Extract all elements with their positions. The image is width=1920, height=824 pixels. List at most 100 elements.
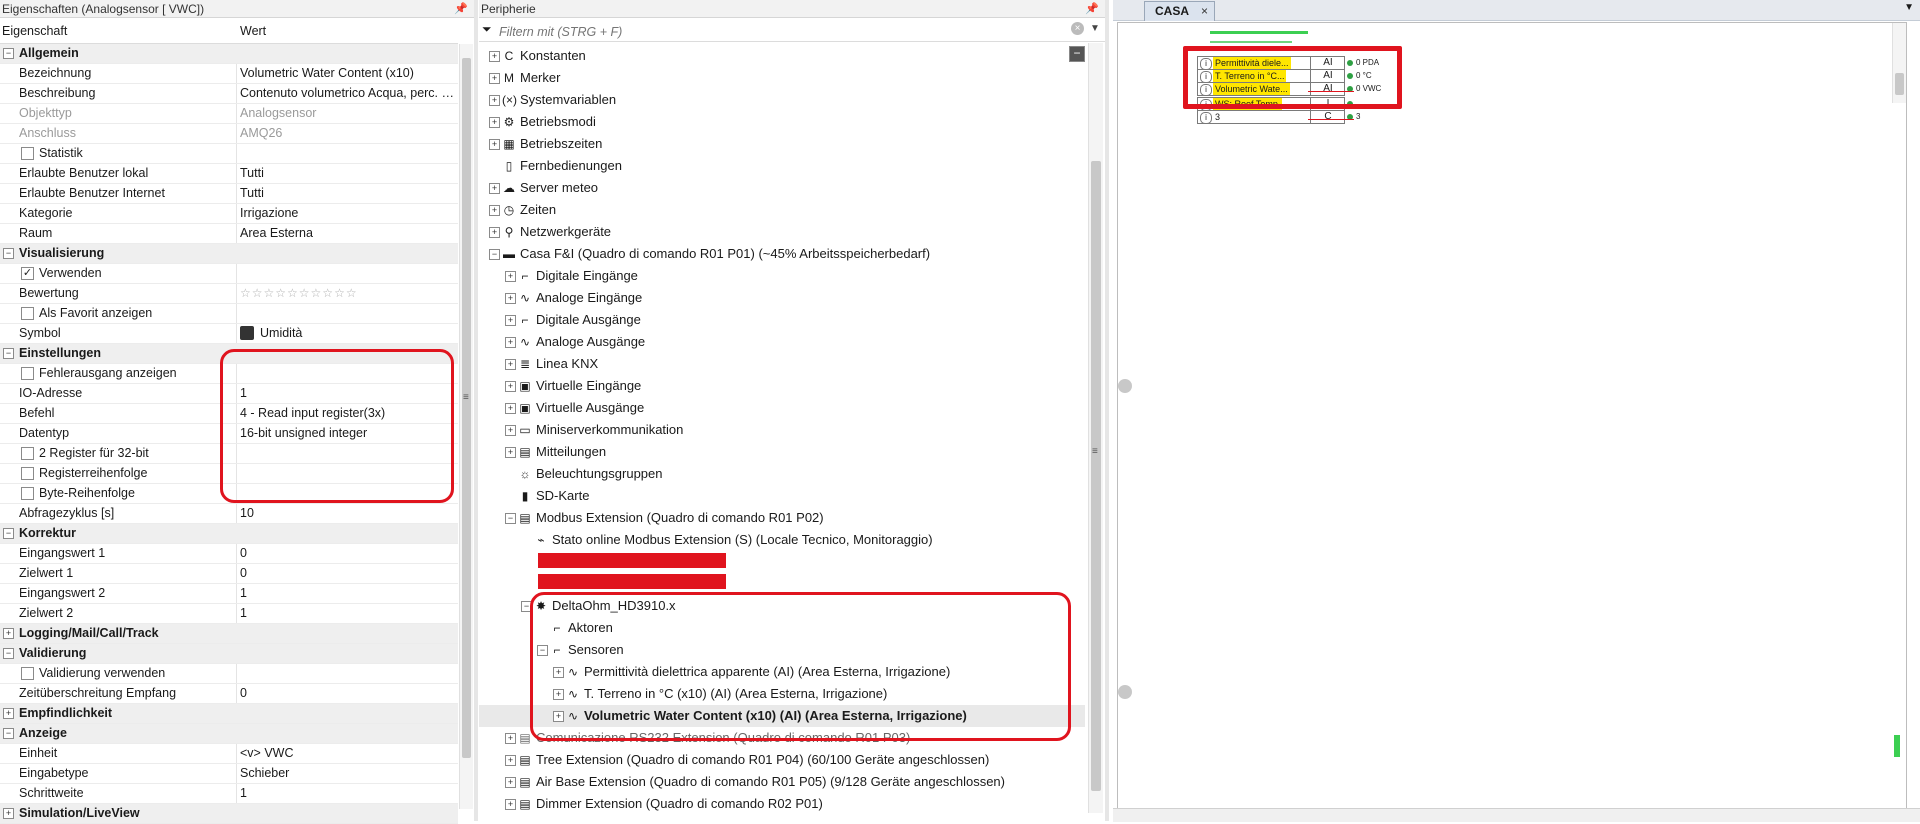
property-row[interactable]: Byte-Reihenfolge bbox=[0, 484, 458, 504]
splitter-right[interactable] bbox=[1105, 0, 1109, 821]
property-row[interactable]: Anschluss AMQ26 bbox=[0, 124, 458, 144]
chevron-down-icon[interactable]: ▼ bbox=[1904, 2, 1914, 13]
property-category[interactable]: − Einstellungen bbox=[0, 344, 458, 364]
property-checkbox[interactable] bbox=[21, 467, 34, 480]
property-checkbox[interactable] bbox=[21, 487, 34, 500]
expand-toggle-icon[interactable]: + bbox=[553, 711, 564, 722]
tree-item[interactable]: ▯ Fernbedienungen bbox=[479, 155, 1085, 177]
property-checkbox[interactable] bbox=[21, 307, 34, 320]
column-value-header[interactable]: Wert bbox=[240, 20, 266, 43]
tree-item[interactable]: + ≣ Linea KNX bbox=[479, 353, 1085, 375]
property-value[interactable]: 10 bbox=[240, 504, 455, 523]
property-category[interactable]: + Empfindlichkeit bbox=[0, 704, 458, 724]
tree-item[interactable]: + ⌐ Digitale Ausgänge bbox=[479, 309, 1085, 331]
expand-toggle-icon[interactable]: − bbox=[521, 601, 532, 612]
expand-toggle-icon[interactable]: + bbox=[489, 205, 500, 216]
property-row[interactable]: Einheit <v> VWC bbox=[0, 744, 458, 764]
tree-item[interactable]: + ∿ T. Terreno in °C (x10) (AI) (Area Este… bbox=[479, 683, 1085, 705]
tree-item[interactable]: + ▭ Miniserverkommunikation bbox=[479, 419, 1085, 441]
property-category[interactable]: + Simulation/LiveView bbox=[0, 804, 458, 824]
tree-item[interactable]: + ⚙ Betriebsmodi bbox=[479, 111, 1085, 133]
expand-toggle-icon[interactable]: + bbox=[553, 667, 564, 678]
property-row[interactable]: Abfragezyklus [s] 10 bbox=[0, 504, 458, 524]
tree-item[interactable]: + ∿ Analoge Eingänge bbox=[479, 287, 1085, 309]
property-row[interactable]: Eingangswert 1 0 bbox=[0, 544, 458, 564]
tree-item[interactable]: + ▣ Virtuelle Ausgänge bbox=[479, 397, 1085, 419]
expand-toggle-icon[interactable]: + bbox=[3, 708, 14, 719]
pin-icon[interactable]: 📌 bbox=[454, 0, 468, 17]
tree-item[interactable]: + ▦ Betriebszeiten bbox=[479, 133, 1085, 155]
expand-toggle-icon[interactable]: + bbox=[489, 95, 500, 106]
property-row[interactable]: Erlaubte Benutzer lokal Tutti bbox=[0, 164, 458, 184]
tree-item[interactable]: + ◷ Zeiten bbox=[479, 199, 1085, 221]
filter-input[interactable] bbox=[497, 22, 1061, 41]
property-row[interactable]: Zielwert 1 0 bbox=[0, 564, 458, 584]
expand-toggle-icon[interactable]: + bbox=[505, 403, 516, 414]
property-value[interactable]: Irrigazione bbox=[240, 204, 455, 223]
expand-toggle-icon[interactable]: + bbox=[505, 337, 516, 348]
expand-toggle-icon[interactable]: − bbox=[505, 513, 516, 524]
property-row[interactable]: ✓ Verwenden bbox=[0, 264, 458, 284]
property-row[interactable]: Registerreihenfolge bbox=[0, 464, 458, 484]
connector-handle[interactable] bbox=[1118, 685, 1132, 699]
property-row[interactable]: Schrittweite 1 bbox=[0, 784, 458, 804]
clear-filter-icon[interactable]: × bbox=[1071, 22, 1084, 35]
function-block[interactable]: i T. Terreno in °C... AI 0 °C bbox=[1197, 69, 1372, 83]
property-value[interactable]: 0 bbox=[240, 684, 455, 703]
properties-scrollbar-thumb[interactable] bbox=[462, 58, 471, 758]
tree-item[interactable]: − ▬ Casa F&I (Quadro di comando R01 P01) (… bbox=[479, 243, 1085, 265]
close-icon[interactable]: × bbox=[1201, 4, 1208, 18]
property-row[interactable]: Befehl 4 - Read input register(3x) bbox=[0, 404, 458, 424]
canvas-scrollbar-thumb[interactable] bbox=[1895, 73, 1904, 95]
tree-item[interactable]: − ▤ Modbus Extension (Quadro di comando R0… bbox=[479, 507, 1085, 529]
property-row[interactable]: Datentyp 16-bit unsigned integer bbox=[0, 424, 458, 444]
property-value[interactable]: 1 bbox=[240, 604, 455, 623]
property-row[interactable]: Erlaubte Benutzer Internet Tutti bbox=[0, 184, 458, 204]
tree-item[interactable]: + ▤ Dimmer Extension (Quadro di comando R0… bbox=[479, 793, 1085, 815]
property-row[interactable]: 2 Register für 32-bit bbox=[0, 444, 458, 464]
filter-dropdown-icon[interactable]: ▼ bbox=[1090, 23, 1100, 34]
properties-scrollbar[interactable] bbox=[459, 44, 473, 809]
property-value[interactable]: Umidità bbox=[240, 324, 455, 343]
property-category[interactable]: − Korrektur bbox=[0, 524, 458, 544]
tree-item[interactable]: + ▣ Virtuelle Eingänge bbox=[479, 375, 1085, 397]
property-checkbox[interactable]: ✓ bbox=[21, 267, 34, 280]
expand-toggle-icon[interactable]: + bbox=[505, 271, 516, 282]
tree-item[interactable]: + ▤ Comunicazione RS232 Extension (Quadro … bbox=[479, 727, 1085, 749]
connector-handle[interactable] bbox=[1118, 379, 1132, 393]
property-value[interactable]: Tutti bbox=[240, 164, 455, 183]
property-value[interactable]: Tutti bbox=[240, 184, 455, 203]
property-value[interactable]: 16-bit unsigned integer bbox=[240, 424, 455, 443]
expand-toggle-icon[interactable]: + bbox=[505, 425, 516, 436]
property-value[interactable]: 1 bbox=[240, 584, 455, 603]
tree-item[interactable]: + ∿ Permittività dielettrica apparente (AI… bbox=[479, 661, 1085, 683]
pin-icon[interactable]: 📌 bbox=[1085, 0, 1099, 17]
tree-item[interactable]: − ⌐ Sensoren bbox=[479, 639, 1085, 661]
function-block[interactable]: i WS: Roof Temp. I bbox=[1197, 97, 1353, 111]
tree-item[interactable]: + ▤ Tree Extension (Quadro di comando R01 … bbox=[479, 749, 1085, 771]
output-connector[interactable] bbox=[1347, 101, 1353, 107]
periphery-scrollbar-thumb[interactable] bbox=[1091, 161, 1101, 791]
property-category[interactable]: − Allgemein bbox=[0, 44, 458, 64]
tree-item[interactable]: ⌐ Aktoren bbox=[479, 617, 1085, 639]
expand-toggle-icon[interactable]: − bbox=[537, 645, 548, 656]
property-value[interactable]: Schieber bbox=[240, 764, 455, 783]
property-row[interactable]: Raum Area Esterna bbox=[0, 224, 458, 244]
property-value[interactable]: 1 bbox=[240, 384, 455, 403]
property-row[interactable]: IO-Adresse 1 bbox=[0, 384, 458, 404]
tree-item[interactable]: ☼ Beleuchtungsgruppen bbox=[479, 463, 1085, 485]
tree-item[interactable]: + M Merker bbox=[479, 67, 1085, 89]
canvas-scrollbar[interactable] bbox=[1892, 23, 1906, 103]
property-checkbox[interactable] bbox=[21, 147, 34, 160]
expand-toggle-icon[interactable]: − bbox=[3, 348, 14, 359]
tab-casa[interactable]: CASA × bbox=[1144, 1, 1216, 21]
property-row[interactable]: Als Favorit anzeigen bbox=[0, 304, 458, 324]
tree-item[interactable]: + ∿ Analoge Ausgänge bbox=[479, 331, 1085, 353]
property-value[interactable]: <v> VWC bbox=[240, 744, 455, 763]
property-category[interactable]: − Validierung bbox=[0, 644, 458, 664]
property-category[interactable]: − Visualisierung bbox=[0, 244, 458, 264]
expand-toggle-icon[interactable]: − bbox=[3, 248, 14, 259]
property-value[interactable]: AMQ26 bbox=[240, 124, 455, 143]
property-row[interactable]: Zielwert 2 1 bbox=[0, 604, 458, 624]
expand-toggle-icon[interactable]: − bbox=[3, 528, 14, 539]
